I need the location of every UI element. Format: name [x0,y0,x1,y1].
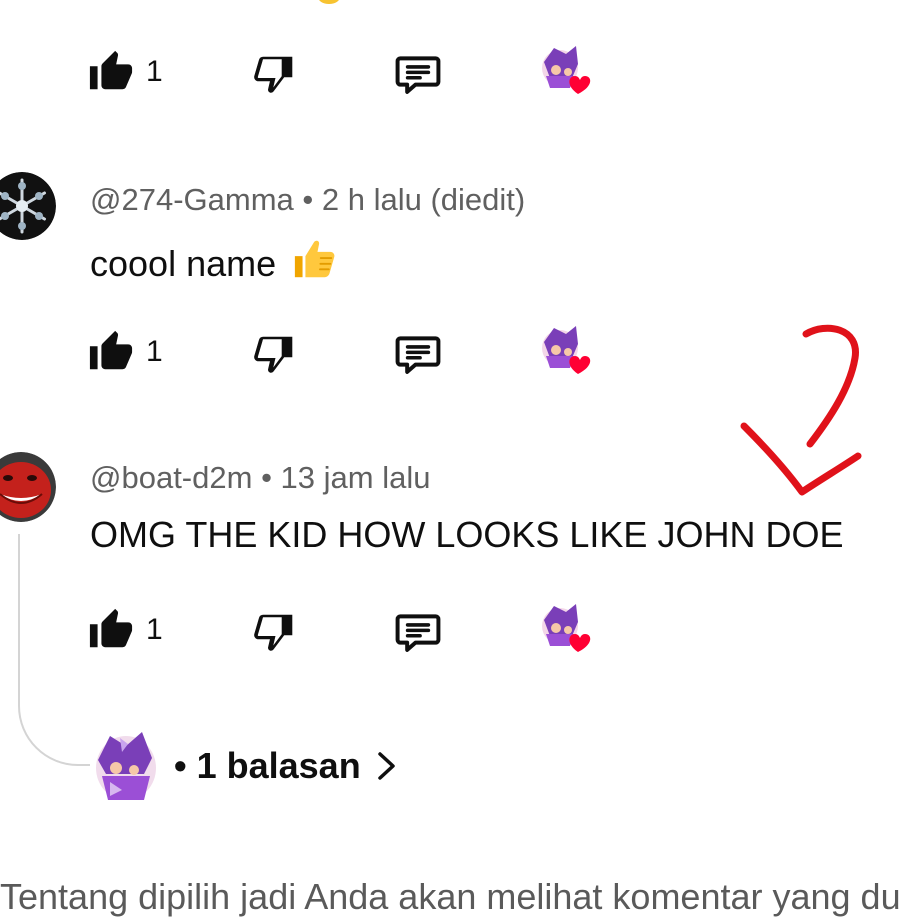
comment-text: OMG THE KID HOW LOOKS LIKE JOHN DOE [90,514,844,555]
thumbs-up-emoji [292,236,338,291]
creator-heart-icon [542,326,591,374]
replies-count[interactable]: • 1 balasan [174,745,361,787]
previous-emoji-fragment [318,0,340,4]
comment-meta: @boat-d2m • 13 jam lalu [90,460,430,496]
like-count: 1 [146,613,163,646]
creator-heart-icon [542,46,591,94]
avatar[interactable] [0,452,56,522]
like-count: 1 [146,335,163,368]
comment-meta: @274-Gamma • 2 h lalu (diedit) [90,182,525,218]
like-count: 1 [146,55,163,88]
reply-button[interactable] [390,606,446,658]
comment-actions-previous: 1 [0,42,900,102]
snowflake-avatar-image [0,172,56,240]
thumbs-up-emoji-icon [295,240,335,278]
thumbs-down-outline-icon [254,56,293,93]
footer-notice: Tentang dipilih jadi Anda akan melihat k… [0,876,900,917]
comment-author[interactable]: @boat-d2m [90,460,252,495]
dislike-button[interactable] [248,606,300,656]
thumbs-up-filled-icon [89,608,133,648]
comment-time: 13 jam lalu [280,460,431,495]
thumbs-up-filled-icon [89,50,133,90]
comment-icon [395,56,441,94]
dislike-button[interactable] [248,48,300,98]
thumbs-up-filled-icon [89,330,133,370]
avatar[interactable] [0,172,56,240]
annotation-arrow [740,324,862,496]
view-replies-button[interactable]: • 1 balasan [92,728,399,804]
like-button[interactable] [86,328,136,376]
comment-actions: 1 [0,600,900,660]
reply-button[interactable] [390,48,446,100]
chevron-right-icon [377,752,395,780]
comment-time: 2 h lalu (diedit) [321,182,526,217]
creator-heart-icon [542,604,591,652]
dislike-button[interactable] [248,328,300,378]
like-button[interactable] [86,48,136,96]
red-face-avatar-image [0,452,56,522]
comment-text: coool name [90,236,338,291]
comment-icon [395,614,441,652]
creator-avatar [96,732,156,800]
reply-button[interactable] [390,328,446,380]
comment-author[interactable]: @274-Gamma [90,182,294,217]
thumbs-down-outline-icon [254,614,293,651]
comment-text-content: coool name [90,243,277,284]
meta-separator: • [302,182,314,217]
comment-icon [395,336,441,374]
like-button[interactable] [86,606,136,654]
thread-connector [18,534,90,766]
thumbs-down-outline-icon [254,336,293,373]
meta-separator: • [261,460,272,495]
